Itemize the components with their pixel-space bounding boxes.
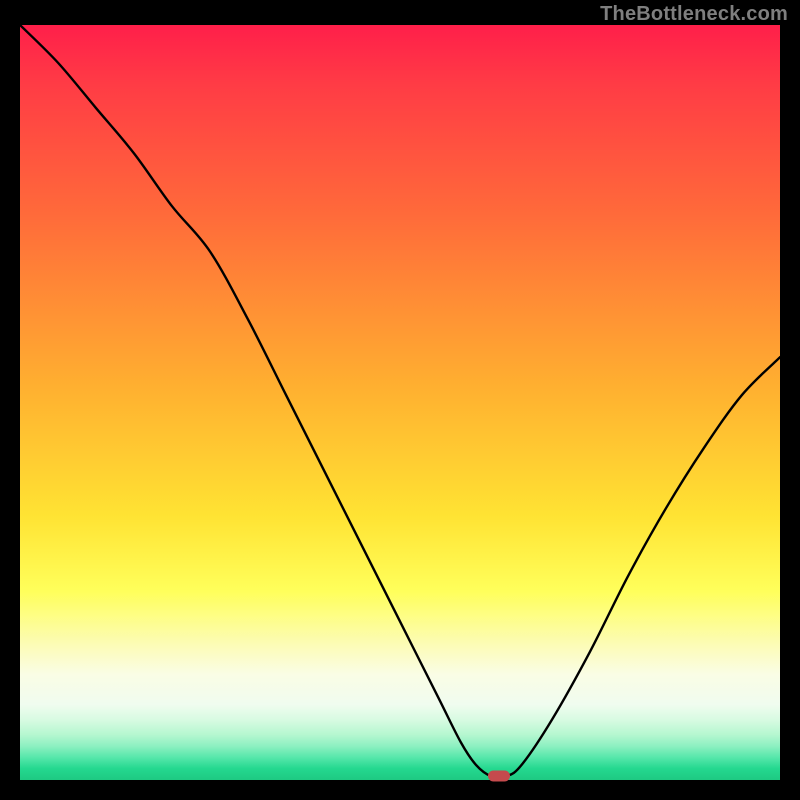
optimal-point-marker: [488, 771, 510, 782]
bottleneck-curve: [20, 25, 780, 780]
chart-frame: TheBottleneck.com: [0, 0, 800, 800]
watermark-text: TheBottleneck.com: [600, 3, 788, 26]
